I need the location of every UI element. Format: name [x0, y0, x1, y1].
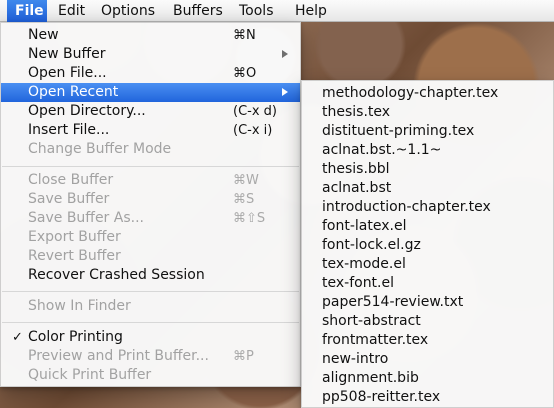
menu-item-shortcut: (C-x i) [233, 123, 273, 138]
open-recent-submenu: methodology-chapter.tex thesis.tex disti… [301, 80, 554, 408]
menu-item-new[interactable]: New ⌘N [1, 26, 300, 45]
menu-item-shortcut: ⌘O [233, 66, 257, 81]
checkmark-icon: ✓ [12, 330, 23, 345]
file-menu: New ⌘N New Buffer Open File... ⌘O Open R… [0, 22, 301, 387]
menu-item-label: Open Directory... [28, 103, 146, 119]
menu-item-preview-and-print-buffer[interactable]: Preview and Print Buffer... ⌘P [1, 347, 300, 366]
menu-item-shortcut: ⌘S [233, 192, 255, 207]
menu-separator [2, 166, 299, 167]
menu-separator [2, 291, 299, 292]
menu-bar: File Edit Options Buffers Tools Help [0, 0, 554, 22]
menu-item-show-in-finder[interactable]: Show In Finder [1, 297, 300, 316]
menu-item-new-buffer[interactable]: New Buffer [1, 45, 300, 64]
recent-file-item[interactable]: aclnat.bst [322, 179, 391, 198]
menu-item-quick-print-buffer[interactable]: Quick Print Buffer [1, 366, 300, 385]
menu-bar-options[interactable]: Options [101, 0, 155, 22]
recent-file-item[interactable]: thesis.tex [322, 103, 390, 122]
recent-file-item[interactable]: tex-mode.el [322, 255, 406, 274]
recent-file-item[interactable]: font-lock.el.gz [322, 236, 421, 255]
menu-item-label: Recover Crashed Session [28, 267, 205, 283]
menu-item-label: Color Printing [28, 329, 123, 345]
menu-item-label: Save Buffer [28, 191, 110, 207]
menu-item-label: Export Buffer [28, 229, 121, 245]
menu-item-save-buffer[interactable]: Save Buffer ⌘S [1, 190, 300, 209]
menu-item-export-buffer[interactable]: Export Buffer [1, 228, 300, 247]
menu-item-label: Insert File... [28, 122, 110, 138]
recent-file-item[interactable]: short-abstract [322, 312, 421, 331]
menu-item-color-printing[interactable]: ✓ Color Printing [1, 328, 300, 347]
recent-file-item[interactable]: font-latex.el [322, 217, 406, 236]
recent-file-item[interactable]: aclnat.bst.~1.1~ [322, 141, 441, 160]
menu-item-label: Open File... [28, 65, 107, 81]
recent-file-item[interactable]: thesis.bbl [322, 160, 390, 179]
menu-item-open-recent[interactable]: Open Recent [1, 83, 300, 102]
menu-item-label: Change Buffer Mode [28, 141, 172, 157]
menu-item-recover-crashed-session[interactable]: Recover Crashed Session [1, 266, 300, 285]
menu-item-shortcut: ⌘P [233, 349, 254, 364]
menu-bar-help[interactable]: Help [295, 0, 327, 22]
menu-item-open-file[interactable]: Open File... ⌘O [1, 64, 300, 83]
recent-file-item[interactable]: new-intro [322, 350, 388, 369]
menu-item-label: Open Recent [28, 84, 119, 100]
menu-item-label: Quick Print Buffer [28, 367, 152, 383]
menu-item-revert-buffer[interactable]: Revert Buffer [1, 247, 300, 266]
menu-item-shortcut: ⌘N [233, 28, 256, 43]
menu-item-insert-file[interactable]: Insert File... (C-x i) [1, 121, 300, 140]
recent-file-item[interactable]: paper514-review.txt [322, 293, 463, 312]
menu-item-label: Show In Finder [28, 298, 131, 314]
menu-item-label: Save Buffer As... [28, 210, 144, 226]
menu-item-label: Close Buffer [28, 172, 114, 188]
recent-file-item[interactable]: frontmatter.tex [322, 331, 428, 350]
menu-separator [2, 322, 299, 323]
menu-item-shortcut: (C-x d) [233, 104, 277, 119]
menu-item-open-directory[interactable]: Open Directory... (C-x d) [1, 102, 300, 121]
menu-item-change-buffer-mode[interactable]: Change Buffer Mode [1, 140, 300, 159]
submenu-arrow-icon [282, 50, 288, 58]
menu-bar-buffers[interactable]: Buffers [173, 0, 223, 22]
menu-bar-tools[interactable]: Tools [239, 0, 274, 22]
menu-item-shortcut: ⌘⇧S [233, 211, 266, 226]
menu-item-label: Preview and Print Buffer... [28, 348, 209, 364]
menu-item-shortcut: ⌘W [233, 173, 259, 188]
recent-file-item[interactable]: pp508-reitter.tex [322, 388, 440, 407]
recent-file-item[interactable]: introduction-chapter.tex [322, 198, 491, 217]
submenu-arrow-icon [282, 88, 288, 96]
menu-item-close-buffer[interactable]: Close Buffer ⌘W [1, 171, 300, 190]
recent-file-item[interactable]: methodology-chapter.tex [322, 84, 498, 103]
recent-file-item[interactable]: alignment.bib [322, 369, 419, 388]
menu-item-label: New [28, 27, 59, 43]
menu-item-save-buffer-as[interactable]: Save Buffer As... ⌘⇧S [1, 209, 300, 228]
menu-bar-file[interactable]: File [7, 0, 47, 22]
menu-item-label: New Buffer [28, 46, 106, 62]
recent-file-item[interactable]: distituent-priming.tex [322, 122, 474, 141]
menu-item-label: Revert Buffer [28, 248, 121, 264]
recent-file-item[interactable]: tex-font.el [322, 274, 394, 293]
menu-bar-edit[interactable]: Edit [58, 0, 85, 22]
